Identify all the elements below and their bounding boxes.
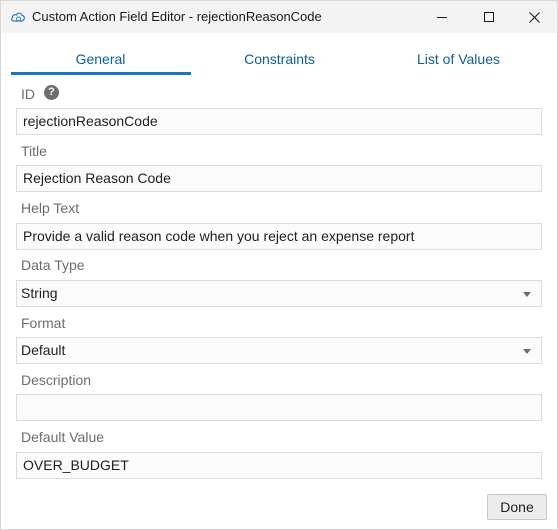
data-type-label: Data Type xyxy=(21,257,85,273)
tab-general[interactable]: General xyxy=(11,45,190,73)
close-icon xyxy=(528,11,540,23)
help-text-field[interactable]: Provide a valid reason code when you rej… xyxy=(16,223,542,250)
tab-bar: General Constraints List of Values xyxy=(11,45,548,75)
title-field[interactable]: Rejection Reason Code xyxy=(16,165,542,192)
maximize-icon xyxy=(484,12,494,22)
format-select[interactable]: Default xyxy=(16,337,542,364)
description-label: Description xyxy=(21,372,92,388)
cloud-gear-icon xyxy=(10,9,26,25)
window-title: Custom Action Field Editor - rejectionRe… xyxy=(32,9,322,24)
selected-tab-indicator xyxy=(11,72,191,75)
chevron-down-icon xyxy=(523,349,531,354)
done-button[interactable]: Done xyxy=(487,494,547,520)
id-label: ID xyxy=(21,86,35,102)
tab-constraints[interactable]: Constraints xyxy=(190,45,369,73)
format-value: Default xyxy=(21,342,66,358)
id-field[interactable]: rejectionReasonCode xyxy=(16,108,542,135)
data-type-value: String xyxy=(21,285,58,301)
chevron-down-icon xyxy=(523,292,531,297)
default-value-label: Default Value xyxy=(21,429,105,445)
help-icon[interactable]: ? xyxy=(44,85,59,100)
maximize-button[interactable] xyxy=(466,1,512,33)
help-text-label: Help Text xyxy=(21,200,80,216)
dialog-window: Custom Action Field Editor - rejectionRe… xyxy=(0,0,558,530)
data-type-select[interactable]: String xyxy=(16,280,542,307)
minimize-button[interactable] xyxy=(419,1,465,33)
tab-list-of-values[interactable]: List of Values xyxy=(369,45,548,73)
default-value-field[interactable]: OVER_BUDGET xyxy=(16,452,542,479)
format-label: Format xyxy=(21,315,66,331)
title-bar[interactable]: Custom Action Field Editor - rejectionRe… xyxy=(1,1,557,33)
minimize-icon xyxy=(437,17,447,18)
description-field[interactable] xyxy=(16,394,542,421)
title-label: Title xyxy=(21,143,47,159)
close-button[interactable] xyxy=(511,1,557,33)
